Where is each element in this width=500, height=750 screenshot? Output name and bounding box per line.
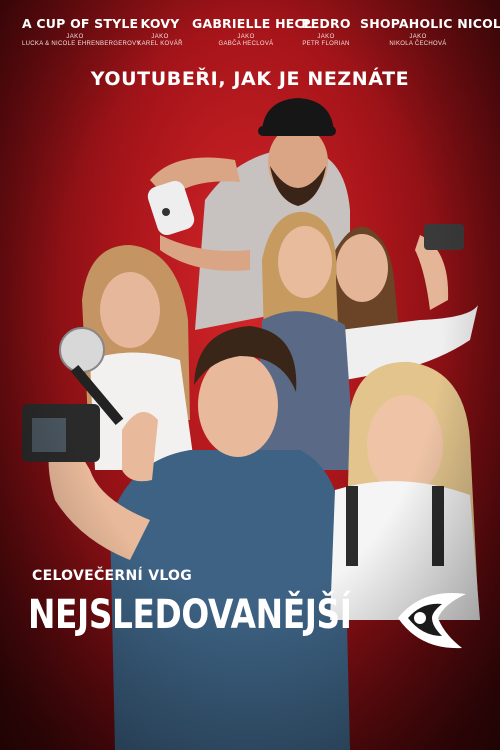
eye-logo: [398, 593, 466, 649]
credit-shopaholic-nicol: SHOPAHOLIC NICOL JAKO NIKOLA ČECHOVÁ: [360, 16, 500, 47]
credit-kovy: KOVY JAKO KAREL KOVÁŘ: [136, 16, 184, 47]
credit-name: A CUP OF STYLE: [22, 16, 139, 31]
credit-name: SHOPAHOLIC NICOL: [360, 16, 500, 31]
credit-as: JAKO: [237, 34, 255, 40]
credit-pedro: PEDRO JAKO PETR FLORIAN: [300, 16, 352, 47]
credit-actor: PETR FLORIAN: [302, 41, 350, 47]
credit-as: JAKO: [317, 34, 335, 40]
movie-poster: A CUP OF STYLE JAKO LUCKA & NICOLE EHREN…: [0, 0, 500, 750]
credit-a-cup-of-style: A CUP OF STYLE JAKO LUCKA & NICOLE EHREN…: [22, 16, 141, 47]
credit-actor: GABČA HECLOVÁ: [218, 41, 274, 47]
credit-actor: NIKOLA ČECHOVÁ: [389, 41, 447, 47]
credit-name: PEDRO: [301, 16, 351, 31]
credit-actor: LUCKA & NICOLE EHRENBERGEROVY: [22, 41, 141, 47]
credit-as: JAKO: [409, 34, 427, 40]
tagline: YOUTUBEŘI, JAK JE NEZNÁTE: [90, 68, 410, 90]
credit-as: JAKO: [151, 34, 169, 40]
credit-as: JAKO: [66, 34, 84, 40]
credit-name: GABRIELLE HECL: [192, 16, 313, 31]
credit-actor: KAREL KOVÁŘ: [137, 41, 183, 47]
credit-gabrielle-hecl: GABRIELLE HECL JAKO GABČA HECLOVÁ: [192, 16, 313, 47]
credit-name: KOVY: [140, 16, 180, 31]
subtitle: CELOVEČERNÍ VLOG: [32, 568, 193, 584]
movie-title: NEJSLEDOVANĚJŠÍ: [28, 592, 352, 638]
